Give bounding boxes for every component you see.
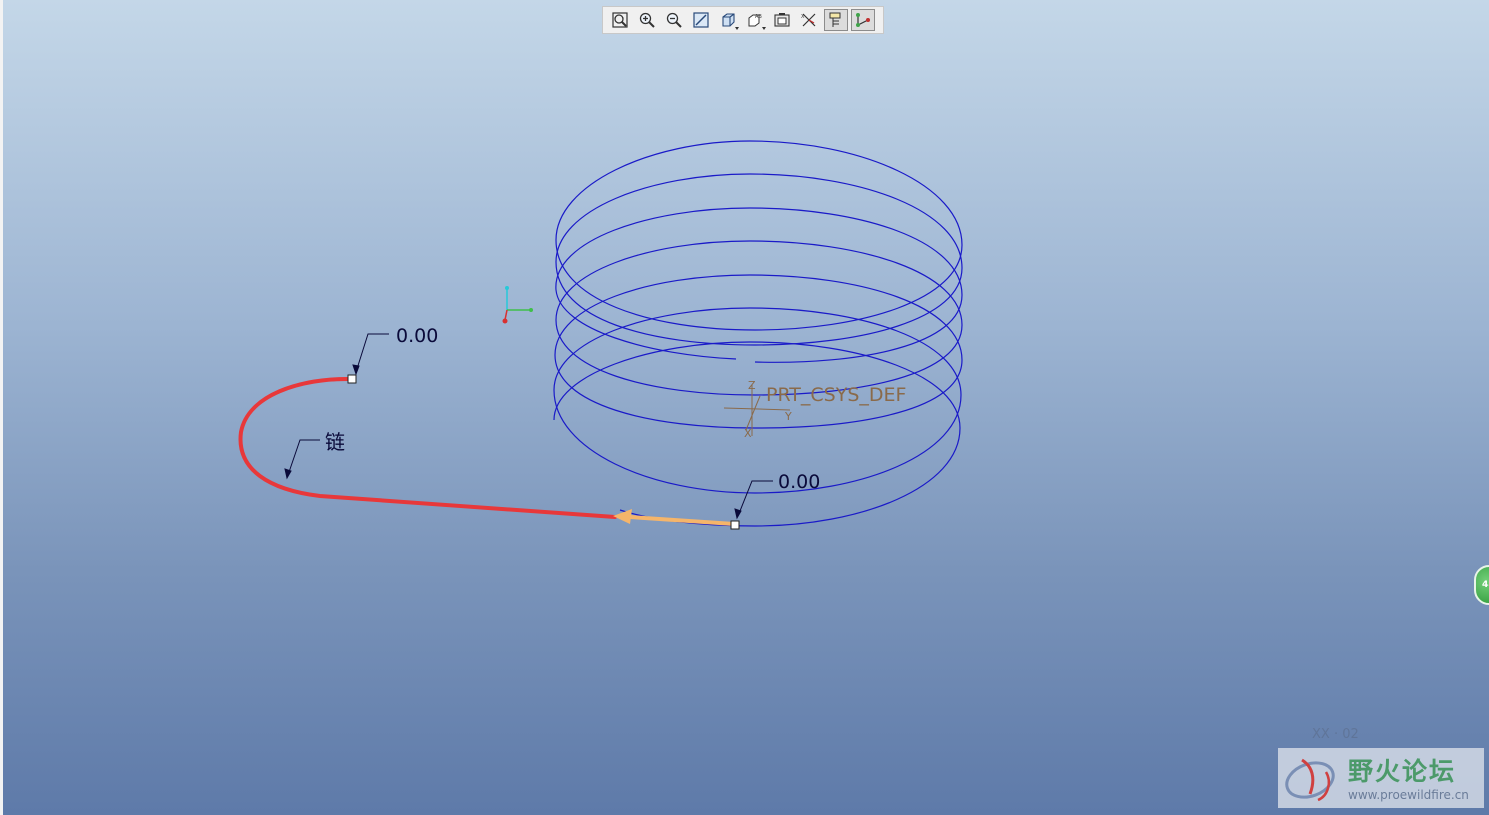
side-badge-text: 48 [1482, 580, 1489, 590]
side-float-badge[interactable]: 48 [1474, 565, 1489, 605]
csys-axis-y [723, 407, 791, 411]
graphics-toolbar: AB X [602, 6, 884, 34]
direction-arrow[interactable] [629, 515, 735, 526]
view-triad [502, 286, 533, 324]
helix-turn-1 [555, 207, 963, 363]
chain-start-handle[interactable] [347, 374, 357, 384]
chain-curve [238, 376, 617, 519]
helix-curve[interactable] [553, 140, 963, 527]
helix-turn-5 [553, 341, 961, 527]
datum-display-icon: X [801, 13, 816, 27]
spin-center-button[interactable] [851, 9, 875, 31]
leader-start-arrow [352, 364, 360, 376]
helix-turn-0 [555, 140, 963, 331]
forum-logo-icon [1285, 758, 1335, 802]
repaint-button[interactable] [689, 9, 713, 31]
view-manager-button[interactable] [770, 9, 794, 31]
saved-orientations-button[interactable]: AB [743, 9, 767, 31]
repaint-icon [693, 12, 709, 28]
csys-axis-z-label: Z [748, 379, 756, 392]
svg-text:AB: AB [755, 14, 762, 20]
watermark-faint-text: XX · 02 [1312, 727, 1359, 742]
zoom-in-button[interactable] [635, 9, 659, 31]
annotation-display-button[interactable] [824, 9, 848, 31]
annotation-display-icon [829, 12, 841, 27]
refit-icon [612, 12, 628, 28]
zoom-out-button[interactable] [662, 9, 686, 31]
datum-display-button[interactable]: X [797, 9, 821, 31]
csys-axis-x-label: X [744, 427, 752, 440]
csys-axis-diag [745, 395, 761, 431]
leader-end-arrow [734, 508, 742, 520]
helix-turn-0b [555, 173, 963, 346]
leader-end [737, 480, 773, 517]
leader-chain [287, 439, 320, 476]
dimension-start-value[interactable]: 0.00 [396, 325, 438, 347]
zoom-in-icon [639, 12, 655, 28]
selected-chain[interactable] [238, 374, 740, 530]
chain-end-handle[interactable] [730, 520, 740, 530]
refit-button[interactable] [608, 9, 632, 31]
chain-label: 链 [325, 430, 345, 454]
forum-watermark: 野火论坛 www.proewildfire.cn [1278, 748, 1484, 808]
watermark-url: www.proewildfire.cn [1348, 788, 1469, 802]
svg-text:X: X [801, 14, 805, 20]
watermark-title: 野火论坛 [1348, 757, 1457, 786]
model-scene[interactable]: 0.00 0.00 链 Z Y X PRT_CSYS_DEF [0, 0, 1489, 815]
zoom-out-icon [666, 12, 682, 28]
csys-axis-y-label: Y [784, 410, 792, 423]
dimension-end-value[interactable]: 0.00 [778, 471, 820, 493]
leader-chain-arrow [284, 468, 292, 480]
leader-start [355, 333, 389, 373]
csys-label[interactable]: PRT_CSYS_DEF [766, 384, 906, 406]
spin-center-icon [856, 13, 870, 27]
helix-turn-2 [555, 240, 963, 396]
view-manager-icon [774, 13, 790, 27]
display-style-button[interactable] [716, 9, 740, 31]
